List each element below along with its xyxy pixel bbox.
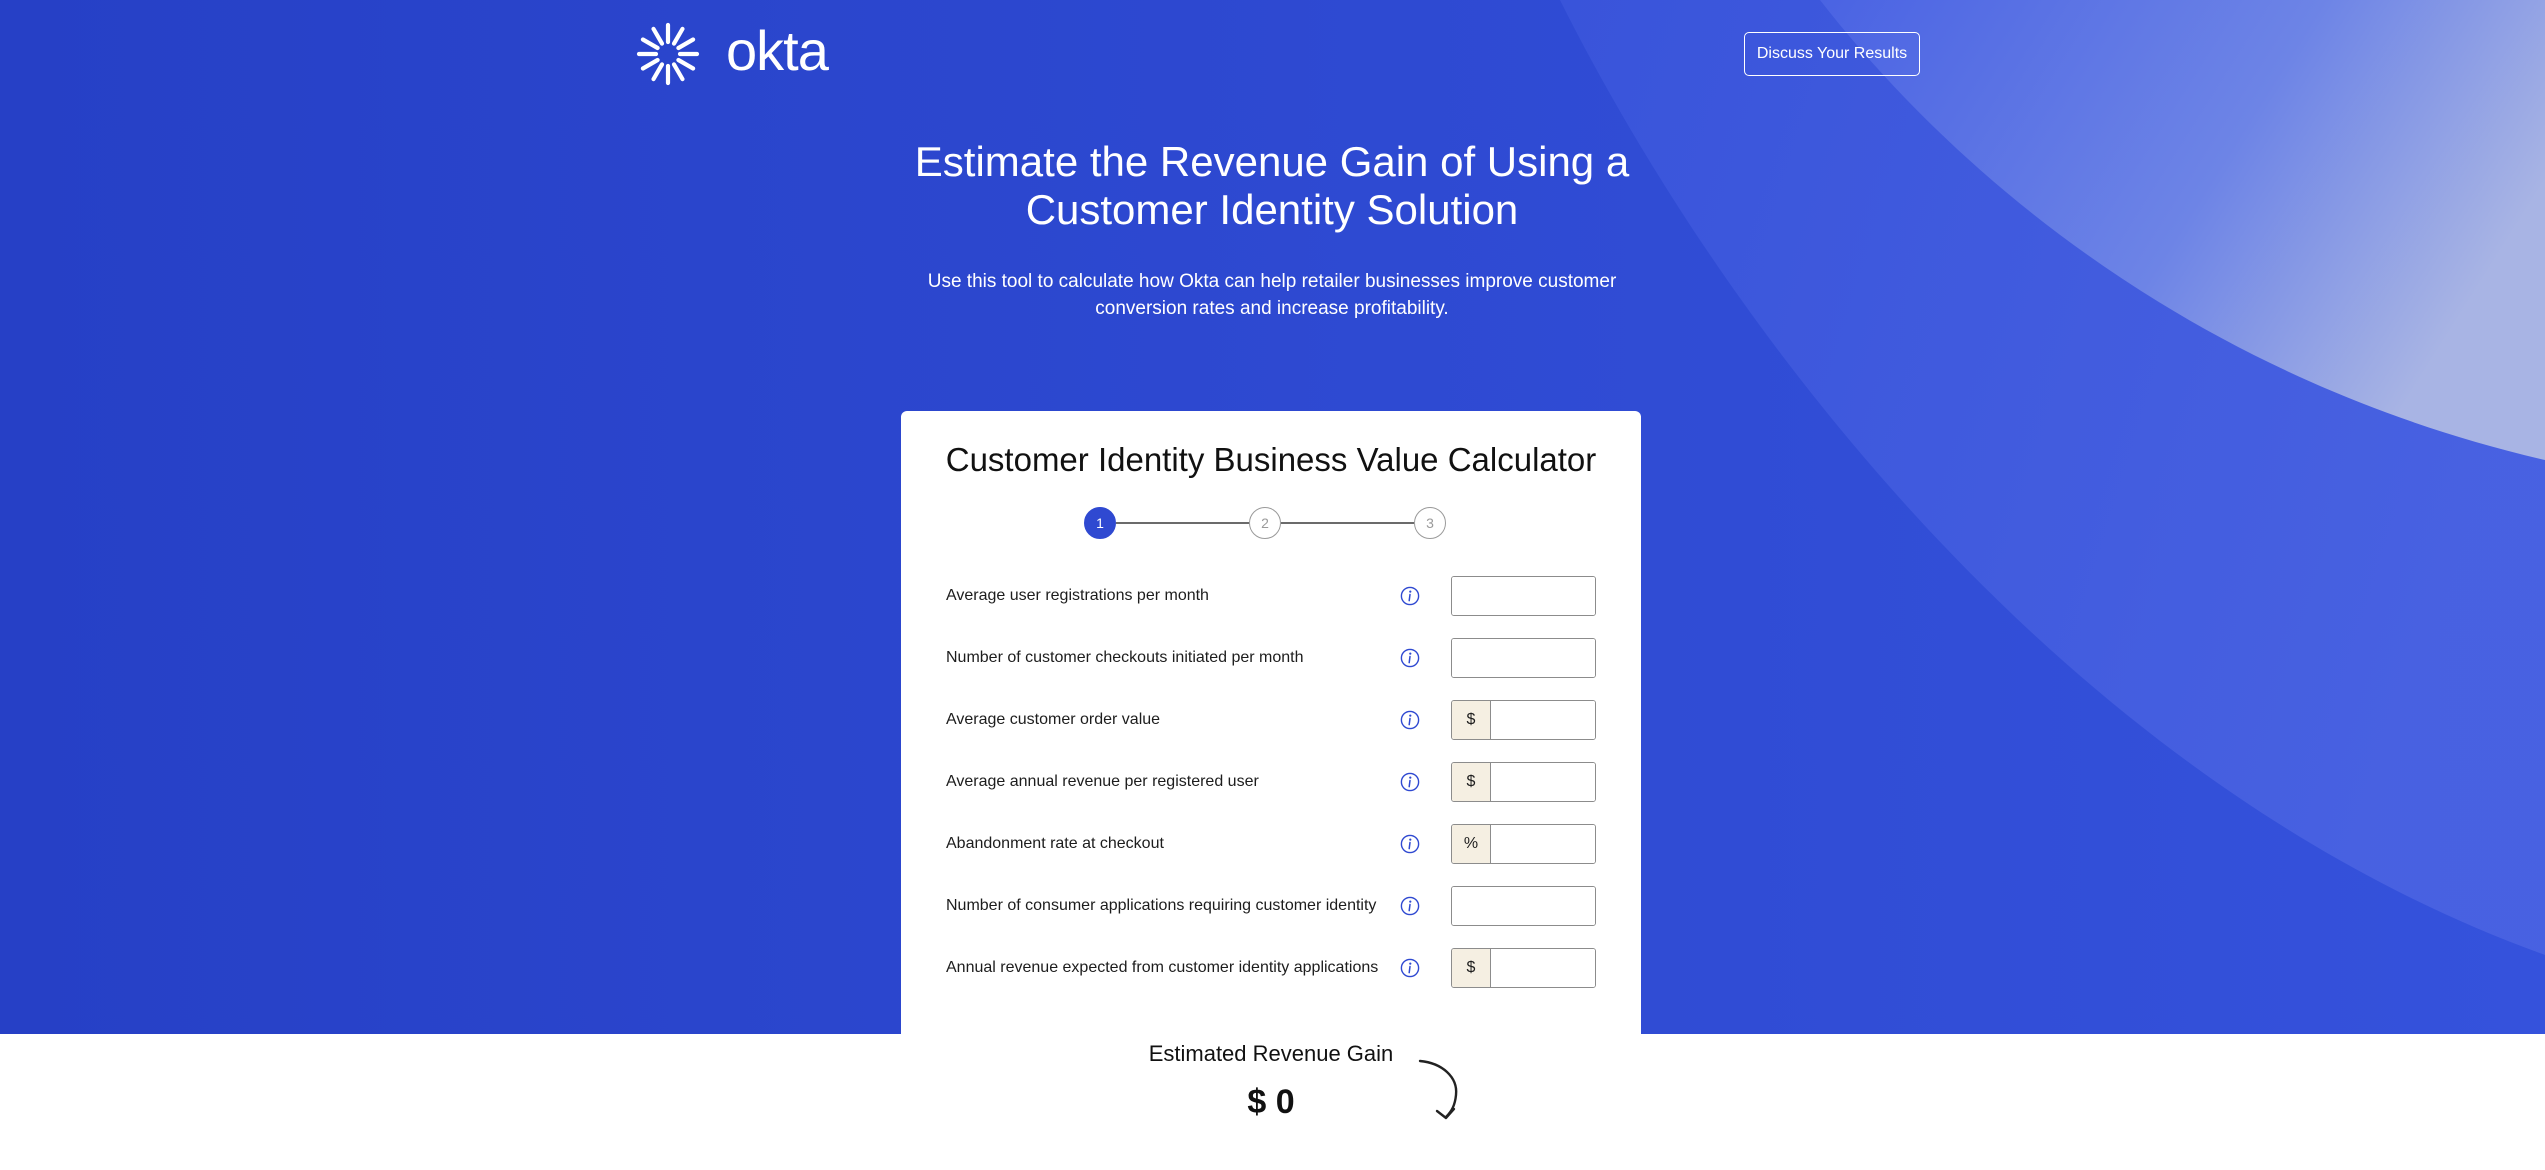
checkouts-input[interactable] — [1452, 639, 1595, 677]
field-row-application-revenue: Annual revenue expected from customer id… — [946, 948, 1596, 988]
info-icon[interactable] — [1400, 896, 1420, 916]
abandonment-rate-input[interactable] — [1491, 825, 1595, 863]
logo-wordmark: okta — [726, 19, 829, 82]
field-label: Number of customer checkouts initiated p… — [946, 649, 1304, 666]
result-label: Estimated Revenue Gain — [1148, 1041, 1394, 1066]
consumer-applications-input-wrapper — [1451, 886, 1596, 926]
field-row-registrations: Average user registrations per month — [946, 576, 1596, 616]
registrations-input[interactable] — [1452, 577, 1595, 615]
result-value: $ 0 — [1247, 1083, 1295, 1121]
percent-prefix: % — [1452, 825, 1491, 863]
info-icon[interactable] — [1400, 834, 1420, 854]
step-3[interactable]: 3 — [1414, 507, 1446, 539]
stepper-connector — [1116, 522, 1249, 524]
calculator-title: Customer Identity Business Value Calcula… — [945, 441, 1597, 478]
field-label: Average user registrations per month — [946, 587, 1209, 604]
revenue-per-user-input[interactable] — [1491, 763, 1595, 801]
abandonment-rate-input-wrapper: % — [1451, 824, 1596, 864]
field-label: Abandonment rate at checkout — [946, 835, 1164, 852]
field-row-annual-revenue-per-user: Average annual revenue per registered us… — [946, 762, 1596, 802]
application-revenue-input[interactable] — [1491, 949, 1595, 987]
consumer-applications-input[interactable] — [1452, 887, 1595, 925]
currency-prefix: $ — [1452, 701, 1491, 739]
order-value-input[interactable] — [1491, 701, 1595, 739]
application-revenue-input-wrapper: $ — [1451, 948, 1596, 988]
field-row-consumer-applications: Number of consumer applications requirin… — [946, 886, 1596, 926]
field-row-checkouts: Number of customer checkouts initiated p… — [946, 638, 1596, 678]
stepper-connector — [1281, 522, 1414, 524]
page-title: Estimate the Revenue Gain of Using a Cus… — [914, 138, 1630, 233]
currency-prefix: $ — [1452, 949, 1491, 987]
currency-prefix: $ — [1452, 763, 1491, 801]
checkouts-input-wrapper — [1451, 638, 1596, 678]
page-subtitle: Use this tool to calculate how Okta can … — [927, 271, 1617, 319]
info-icon[interactable] — [1400, 710, 1420, 730]
calculator-card: Customer Identity Business Value Calcula… — [901, 411, 1641, 1170]
okta-sunburst-icon — [636, 22, 700, 86]
okta-logo[interactable]: okta — [636, 19, 829, 86]
curved-arrow-down-icon — [1418, 1059, 1458, 1120]
registrations-input-wrapper — [1451, 576, 1596, 616]
order-value-input-wrapper: $ — [1451, 700, 1596, 740]
step-2[interactable]: 2 — [1249, 507, 1281, 539]
revenue-per-user-input-wrapper: $ — [1451, 762, 1596, 802]
info-icon[interactable] — [1400, 586, 1420, 606]
field-label: Number of consumer applications requirin… — [946, 897, 1377, 914]
field-row-order-value: Average customer order value $ — [946, 700, 1596, 740]
field-row-abandonment-rate: Abandonment rate at checkout % — [946, 824, 1596, 864]
info-icon[interactable] — [1400, 648, 1420, 668]
info-icon[interactable] — [1400, 772, 1420, 792]
step-1[interactable]: 1 — [1084, 507, 1116, 539]
progress-stepper: 1 2 3 — [1084, 507, 1454, 539]
field-label: Annual revenue expected from customer id… — [946, 959, 1379, 976]
discuss-results-button[interactable]: Discuss Your Results — [1744, 32, 1920, 76]
field-label: Average customer order value — [946, 711, 1161, 728]
info-icon[interactable] — [1400, 958, 1420, 978]
field-label: Average annual revenue per registered us… — [946, 773, 1259, 790]
